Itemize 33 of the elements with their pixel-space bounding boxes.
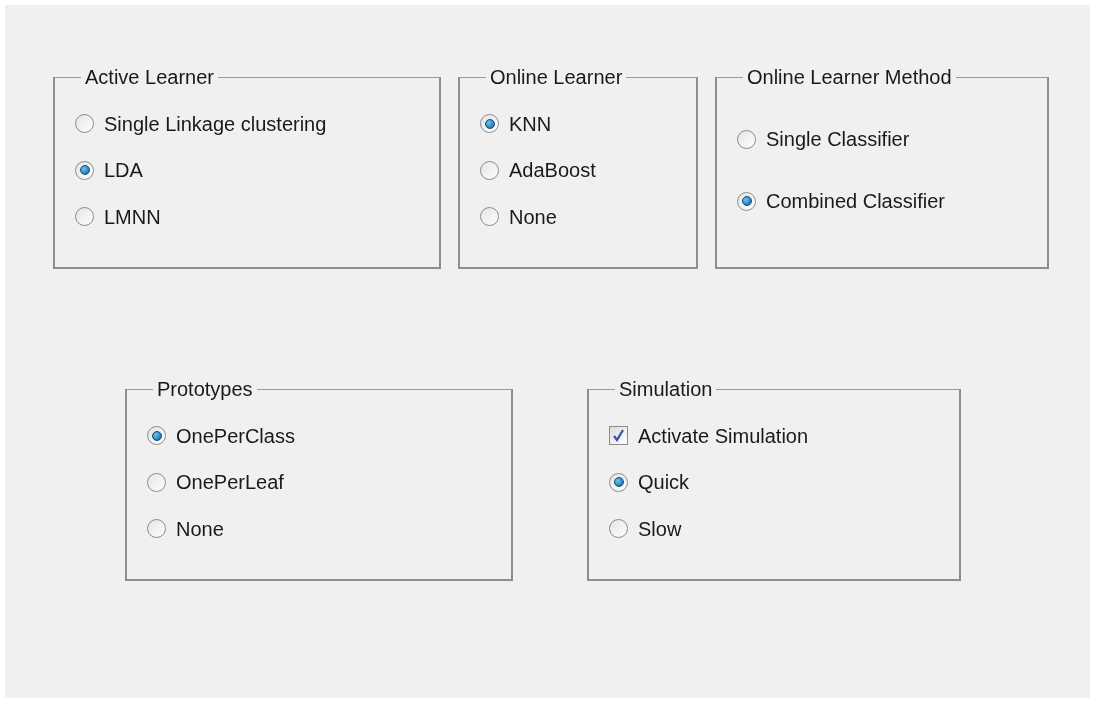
option-label: None [509,206,557,227]
option-label: OnePerLeaf [176,472,284,492]
radio-button[interactable] [75,114,94,133]
option-label: OnePerClass [176,425,295,446]
radio-button[interactable] [609,519,628,538]
group-title: Online Learner Method [746,67,953,87]
option-label: Quick [638,472,690,492]
option-label: Single Classifier [766,129,910,149]
group-title: Active Learner [84,67,215,87]
radio-button[interactable] [147,519,166,538]
radio-button[interactable] [75,207,94,226]
radio-button[interactable] [480,160,499,180]
group-title: Prototypes [156,379,254,399]
option-label: Slow [638,518,682,539]
option-label: Combined Classifier [766,191,945,211]
radio-button[interactable] [147,472,166,492]
option-label: AdaBoost [509,160,596,180]
checkbox[interactable] [609,426,628,445]
option-label: Activate Simulation [638,425,809,446]
option-label: KNN [509,113,552,134]
radio-button[interactable] [75,160,94,180]
radio-button[interactable] [737,191,756,211]
radio-button[interactable] [737,129,756,149]
group-title: Online Learner [489,67,624,87]
group-title: Simulation [618,379,714,399]
radio-button[interactable] [147,426,166,445]
option-label: LMNN [104,206,161,227]
option-label: None [176,518,224,539]
option-label: LDA [104,160,143,180]
radio-button[interactable] [480,114,499,133]
radio-button[interactable] [480,207,499,226]
option-label: Single Linkage clustering [104,113,327,134]
radio-button[interactable] [609,472,628,492]
